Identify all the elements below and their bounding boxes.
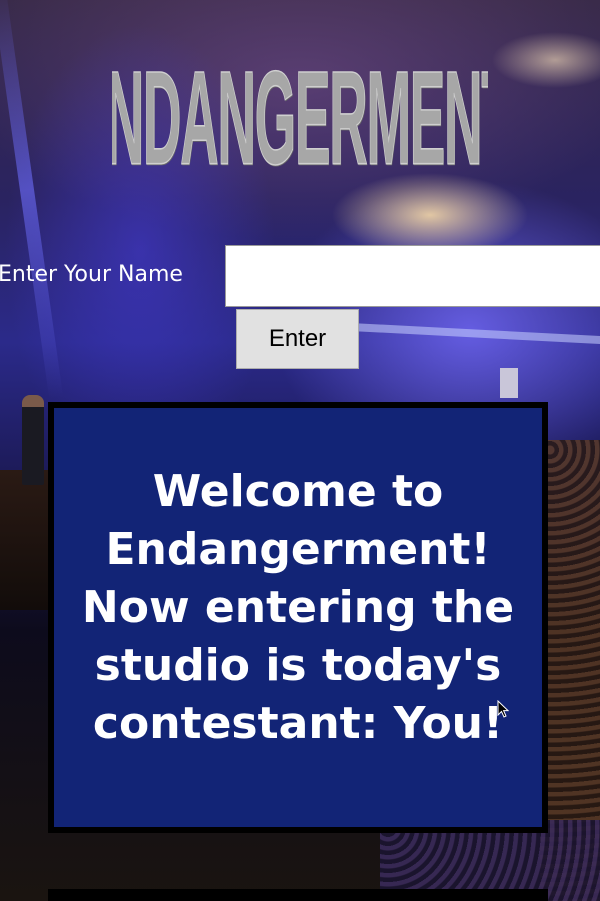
welcome-message: Welcome to Endangerment! Now entering th…	[81, 465, 515, 749]
light-beam	[0, 0, 64, 399]
name-input[interactable]	[225, 245, 600, 307]
light-beam	[354, 323, 600, 345]
logo-text: ENDANGERMENT!	[112, 52, 488, 187]
exit-sign	[500, 368, 518, 398]
enter-button[interactable]: Enter	[236, 309, 359, 369]
site-logo: ENDANGERMENT!	[112, 52, 488, 187]
bottom-panel-edge	[48, 889, 548, 901]
name-label: Enter Your Name	[0, 262, 183, 287]
welcome-panel: Welcome to Endangerment! Now entering th…	[48, 402, 548, 833]
presenter-figure	[22, 395, 44, 485]
mouse-pointer-icon	[497, 700, 509, 718]
